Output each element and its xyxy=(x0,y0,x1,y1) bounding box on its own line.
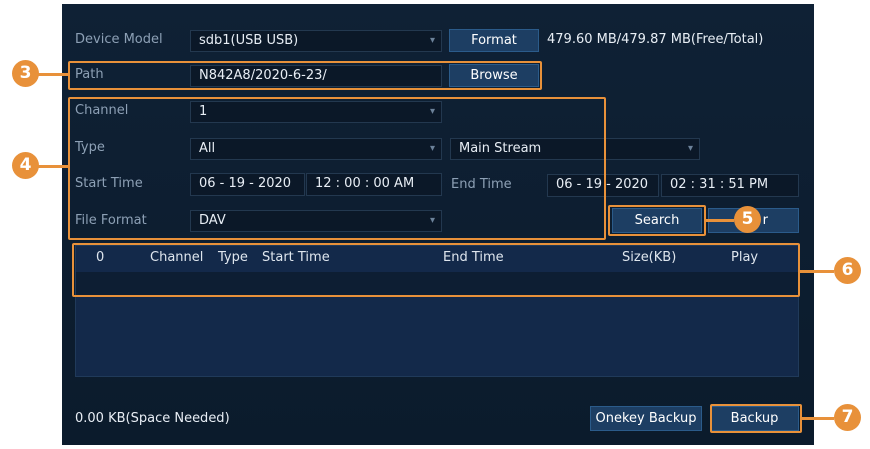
callout-3-line xyxy=(38,73,70,76)
filter-highlight xyxy=(68,97,606,240)
callout-4-line xyxy=(38,165,70,168)
device-model-label: Device Model xyxy=(75,32,163,47)
callout-4-badge: 4 xyxy=(12,152,39,179)
search-highlight xyxy=(608,205,706,236)
end-clock-field[interactable]: 02 : 31 : 51 PM xyxy=(661,174,799,197)
space-needed-text: 0.00 KB(Space Needed) xyxy=(75,411,230,426)
callout-7-line xyxy=(802,417,834,420)
callout-7-badge: 7 xyxy=(834,404,861,431)
callout-6-badge: 6 xyxy=(834,257,861,284)
callout-6-line xyxy=(800,270,834,273)
callout-3-badge: 3 xyxy=(12,60,39,87)
capacity-text: 479.60 MB/479.87 MB(Free/Total) xyxy=(547,32,764,47)
format-button[interactable]: Format xyxy=(449,29,539,52)
onekey-backup-button[interactable]: Onekey Backup xyxy=(590,406,702,431)
backup-highlight xyxy=(710,404,802,433)
callout-5-badge: 5 xyxy=(734,206,761,233)
callout-5-line xyxy=(704,219,734,222)
table-highlight xyxy=(72,243,800,297)
path-highlight xyxy=(68,61,542,90)
device-model-select[interactable]: sdb1(USB USB) xyxy=(190,30,442,52)
